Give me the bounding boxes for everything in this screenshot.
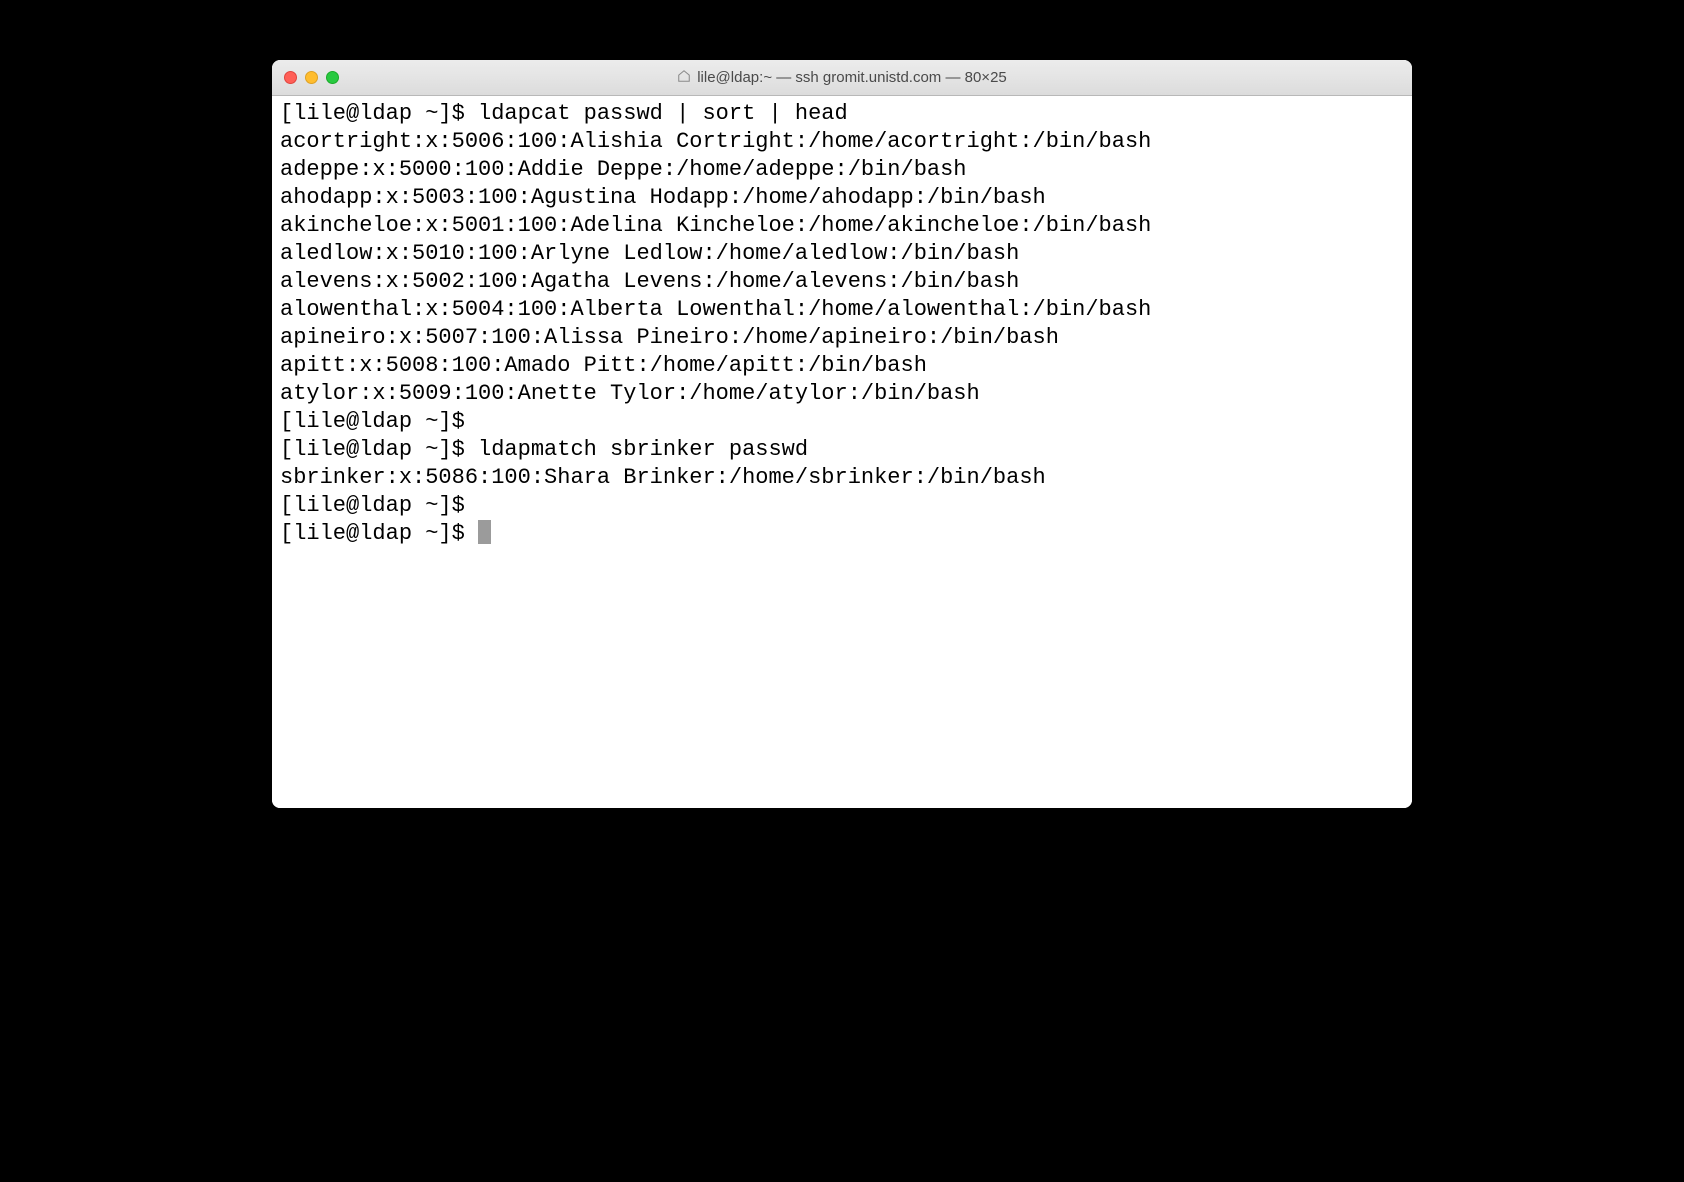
terminal-line: [lile@ldap ~]$ ldapcat passwd | sort | h… [280,100,1404,128]
terminal-window: lile@ldap:~ — ssh gromit.unistd.com — 80… [272,60,1412,808]
terminal-line: ahodapp:x:5003:100:Agustina Hodapp:/home… [280,184,1404,212]
terminal-line: acortright:x:5006:100:Alishia Cortright:… [280,128,1404,156]
terminal-line: atylor:x:5009:100:Anette Tylor:/home/aty… [280,380,1404,408]
traffic-lights [284,71,339,84]
terminal-line: alowenthal:x:5004:100:Alberta Lowenthal:… [280,296,1404,324]
title-bar[interactable]: lile@ldap:~ — ssh gromit.unistd.com — 80… [272,60,1412,96]
terminal-line: apineiro:x:5007:100:Alissa Pineiro:/home… [280,324,1404,352]
close-button[interactable] [284,71,297,84]
terminal-body[interactable]: [lile@ldap ~]$ ldapcat passwd | sort | h… [272,96,1412,808]
terminal-prompt-line: [lile@ldap ~]$ [280,520,1404,548]
maximize-button[interactable] [326,71,339,84]
terminal-line: [lile@ldap ~]$ [280,408,1404,436]
terminal-line: adeppe:x:5000:100:Addie Deppe:/home/adep… [280,156,1404,184]
terminal-line: aledlow:x:5010:100:Arlyne Ledlow:/home/a… [280,240,1404,268]
home-icon [677,69,691,86]
terminal-line: [lile@ldap ~]$ [280,492,1404,520]
terminal-line: apitt:x:5008:100:Amado Pitt:/home/apitt:… [280,352,1404,380]
terminal-line: sbrinker:x:5086:100:Shara Brinker:/home/… [280,464,1404,492]
terminal-line: akincheloe:x:5001:100:Adelina Kincheloe:… [280,212,1404,240]
terminal-line: alevens:x:5002:100:Agatha Levens:/home/a… [280,268,1404,296]
terminal-prompt: [lile@ldap ~]$ [280,521,478,546]
terminal-line: [lile@ldap ~]$ ldapmatch sbrinker passwd [280,436,1404,464]
terminal-cursor[interactable] [478,520,491,544]
window-title: lile@ldap:~ — ssh gromit.unistd.com — 80… [272,69,1412,86]
minimize-button[interactable] [305,71,318,84]
window-title-text: lile@ldap:~ — ssh gromit.unistd.com — 80… [697,69,1007,86]
